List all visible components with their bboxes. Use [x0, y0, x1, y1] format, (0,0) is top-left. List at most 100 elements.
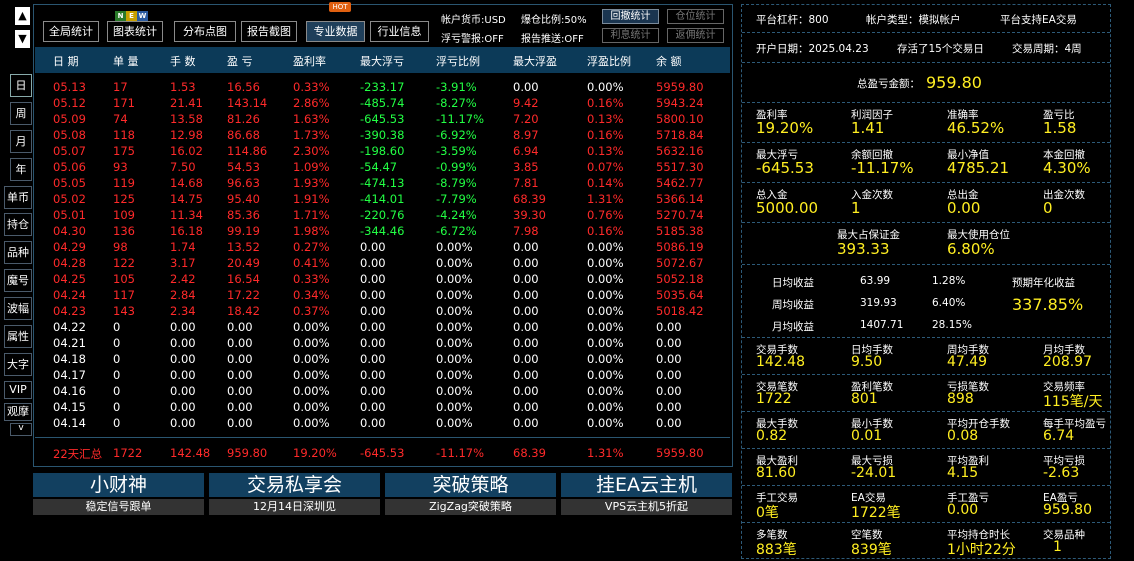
toolbar-button-4[interactable]: 专业数据	[306, 21, 365, 42]
mini-button-1[interactable]: 仓位统计	[667, 9, 724, 24]
margin-ratio-label: 爆仓比例:50%	[521, 15, 587, 26]
table-cell: 74	[113, 112, 128, 126]
table-cell: 0.00	[227, 400, 253, 414]
table-cell: 136	[113, 224, 135, 238]
side-tab-4[interactable]: 波幅	[4, 297, 32, 320]
table-cell: 0.00%	[587, 336, 624, 350]
table-cell: 5185.38	[656, 224, 704, 238]
table-cell: 1.71%	[293, 208, 330, 222]
table-cell: 0.34%	[293, 288, 330, 302]
table-row: 04.17 0 0.00 0.00 0.00% 0.00 0.00% 0.00 0.00% 0.0…	[35, 367, 730, 383]
promo-banner-3[interactable]: 挂EA云主机 VPS云主机5折起	[561, 473, 732, 515]
table-cell: -6.72%	[436, 224, 477, 238]
more-button[interactable]: v	[10, 423, 32, 436]
table-row: 05.08 118 12.98 86.68 1.73% -390.38 -6.92% 8.97…	[35, 127, 730, 143]
table-cell: -8.79%	[436, 176, 477, 190]
table-cell: -474.13	[360, 176, 405, 190]
income-amount: 63.99	[860, 275, 891, 287]
side-tab-5[interactable]: 属性	[4, 325, 32, 348]
info-row-1: 平台杠杆：800 帐户类型：模拟帐户 平台支持EA交易	[742, 5, 1110, 33]
side-tab-0[interactable]: 单币	[4, 186, 32, 209]
table-cell: 81.26	[227, 112, 260, 126]
stat-value: 208.97	[1043, 354, 1092, 370]
side-tab-7[interactable]: VIP	[4, 381, 32, 399]
period-tab-2[interactable]: 月	[10, 130, 32, 153]
income-label: 月均收益	[772, 321, 814, 333]
trade-stats-row: 最大盈利 81.60 最大亏损 -24.01 平均盈利 4.15 平均亏损 -2.63	[742, 449, 1110, 486]
toolbar-button-1[interactable]: 图表统计	[107, 21, 163, 42]
scroll-up-button[interactable]: ▲	[15, 7, 30, 25]
table-row: 04.15 0 0.00 0.00 0.00% 0.00 0.00% 0.00 0.00% 0.0…	[35, 399, 730, 415]
side-tab-2[interactable]: 品种	[4, 241, 32, 264]
table-row: 04.28 122 3.17 20.49 0.41% 0.00 0.00% 0.00 0.00%…	[35, 255, 730, 271]
table-cell: 5086.19	[656, 240, 704, 254]
period-tab-0[interactable]: 日	[10, 74, 32, 97]
float-alert-label: 浮亏警报:OFF	[441, 34, 504, 45]
col-header-6: 浮亏比例	[436, 55, 480, 68]
period-tab-3[interactable]: 年	[10, 158, 32, 181]
table-cell: 05.12	[53, 96, 86, 110]
scroll-down-button[interactable]: ▼	[15, 30, 30, 48]
toolbar-button-2[interactable]: 分布点图	[174, 21, 236, 42]
platform-info: 帐户类型：模拟帐户	[866, 14, 961, 26]
table-cell: 0.00	[170, 384, 196, 398]
income-amount: 1407.71	[860, 319, 904, 331]
table-cell: -6.92%	[436, 128, 477, 142]
table-cell: 04.28	[53, 256, 86, 270]
stat-value: 4.30%	[1043, 159, 1091, 177]
promo-banner-2[interactable]: 突破策略 ZigZag突破策略	[385, 473, 556, 515]
table-cell: 14.75	[170, 192, 203, 206]
table-cell: 05.05	[53, 176, 86, 190]
table-cell: 54.53	[227, 160, 260, 174]
table-cell: 0.00	[513, 272, 539, 286]
period-tab-1[interactable]: 周	[10, 102, 32, 125]
table-cell: 109	[113, 208, 135, 222]
mini-button-3[interactable]: 返佣统计	[667, 28, 724, 43]
mini-button-0[interactable]: 回撤统计	[602, 9, 659, 24]
table-cell: 1.98%	[293, 224, 330, 238]
side-tab-6[interactable]: 大字	[4, 353, 32, 376]
table-row: 04.14 0 0.00 0.00 0.00% 0.00 0.00% 0.00 0.00% 0.0…	[35, 415, 730, 431]
promo-banner-0[interactable]: 小财神 稳定信号跟单	[33, 473, 204, 515]
promo-subtitle: VPS云主机5折起	[561, 499, 732, 515]
side-tab-1[interactable]: 持仓	[4, 213, 32, 236]
table-header: 日 期 单 量 手 数 盈 亏 盈利率 最大浮亏 浮亏比例 最大浮盈 浮盈比例 余 额	[35, 47, 730, 73]
summary-cell: 1722	[113, 446, 143, 460]
stat-value: 898	[947, 391, 974, 407]
toolbar-button-0[interactable]: 全局统计	[43, 21, 99, 42]
summary-cell: -645.53	[360, 446, 405, 460]
table-cell: 05.02	[53, 192, 86, 206]
table-cell: 0.00	[656, 336, 682, 350]
table-cell: 39.30	[513, 208, 546, 222]
table-cell: 99.19	[227, 224, 260, 238]
table-cell: 5800.10	[656, 112, 704, 126]
mini-button-2[interactable]: 利息统计	[602, 28, 659, 43]
table-row: 05.09 74 13.58 81.26 1.63% -645.53 -11.17% 7.20…	[35, 111, 730, 127]
side-tab-3[interactable]: 魔号	[4, 269, 32, 292]
table-row: 05.07 175 16.02 114.86 2.30% -198.60 -3.59% 6.9…	[35, 143, 730, 159]
table-cell: 0.00	[227, 416, 253, 430]
table-cell: -11.17%	[436, 112, 484, 126]
stat-value: 883笔	[756, 542, 797, 558]
info-row-2: 开户日期：2025.04.23 存活了15个交易日 交易周期：4周	[742, 33, 1110, 63]
metrics-row: 最大浮亏 -645.53 余额回撤 -11.17% 最小净值 4785.21 本金回撤 4.3…	[742, 143, 1110, 183]
table-cell: 0.00	[360, 256, 386, 270]
promo-banner-1[interactable]: 交易私享会 12月14日深圳见	[209, 473, 380, 515]
stat-value: 1722笔	[851, 505, 901, 521]
table-cell: 5517.30	[656, 160, 704, 174]
table-cell: 86.68	[227, 128, 260, 142]
side-tab-8[interactable]: 观摩	[4, 403, 32, 421]
toolbar-button-3[interactable]: 报告截图	[241, 21, 297, 42]
table-cell: 5072.67	[656, 256, 704, 270]
summary-cell: 959.80	[227, 446, 268, 460]
app-root: ▲ ▼ 日周月年单币持仓品种魔号波幅属性大字 VIP 观摩 v 全局统计 图表统计 分布点…	[0, 0, 1134, 561]
table-cell: 2.30%	[293, 144, 330, 158]
summary-cell: 68.39	[513, 446, 546, 460]
toolbar-button-5[interactable]: 行业信息	[370, 21, 429, 42]
table-cell: 0.33%	[293, 272, 330, 286]
promo-subtitle: 12月14日深圳见	[209, 499, 380, 515]
table-cell: 0.00%	[436, 320, 473, 334]
table-cell: 5943.24	[656, 96, 704, 110]
table-cell: 05.13	[53, 80, 86, 94]
table-cell: -233.17	[360, 80, 405, 94]
